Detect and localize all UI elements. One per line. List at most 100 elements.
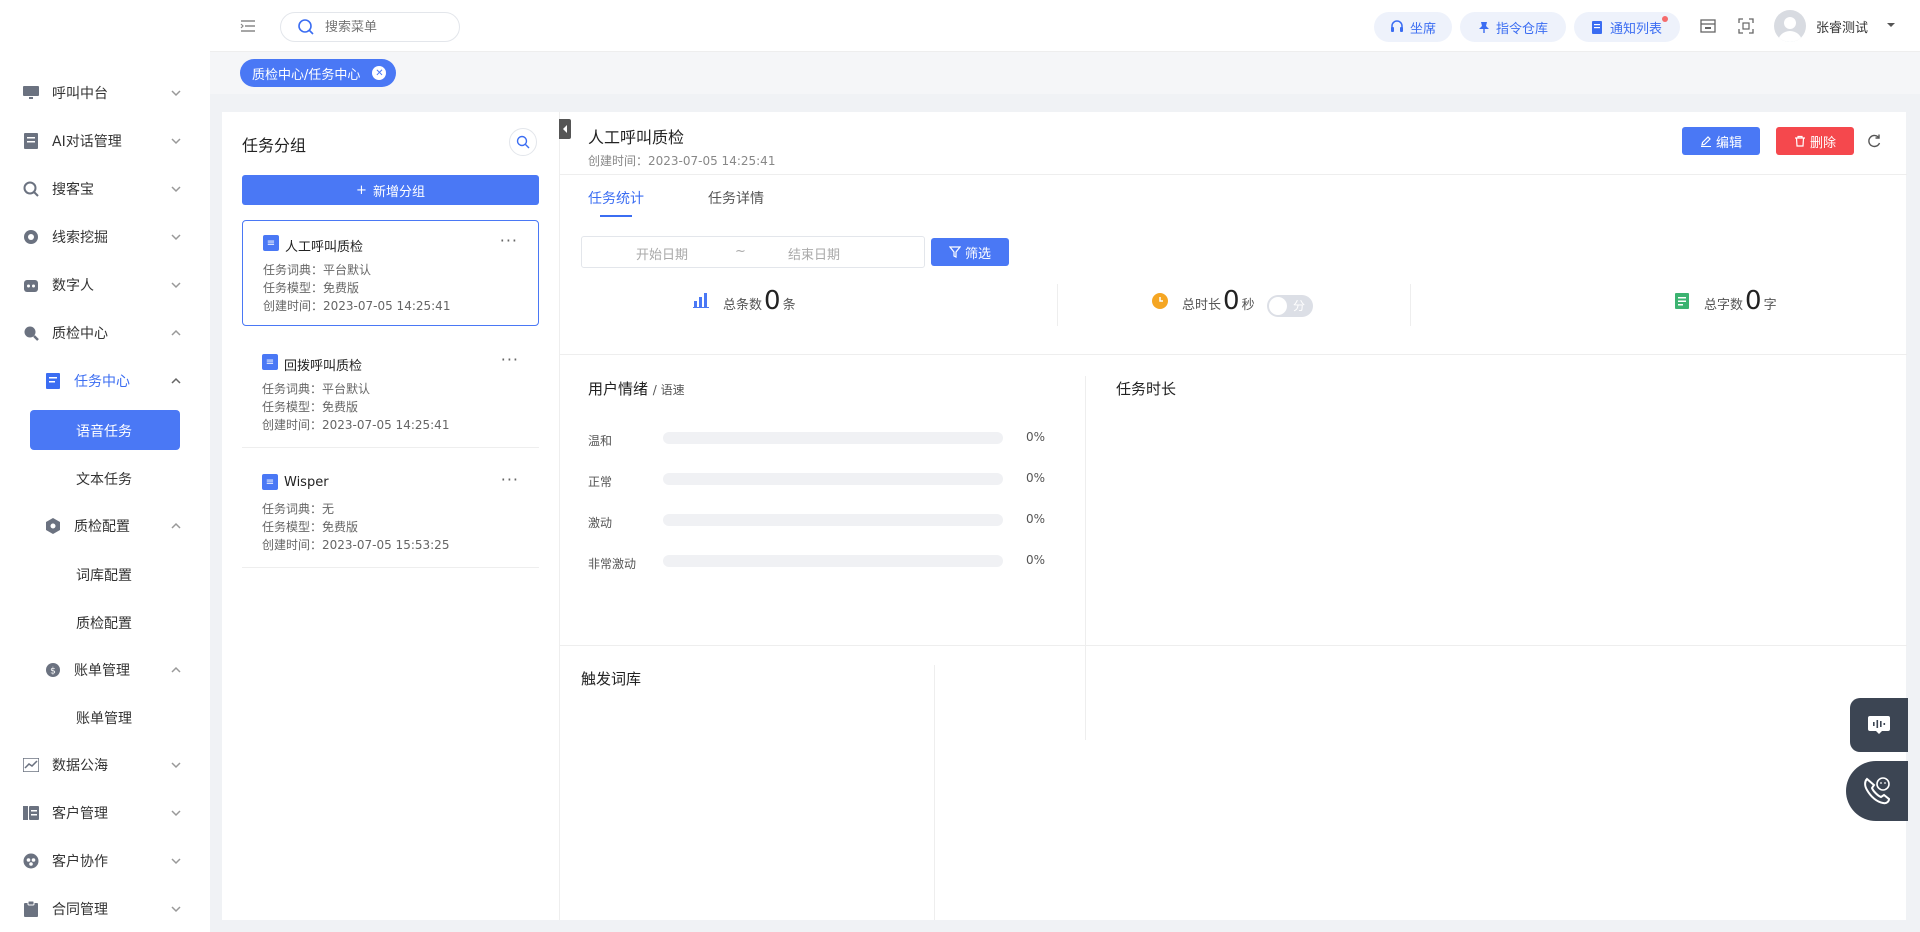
group-dict: 任务词典：无 xyxy=(262,502,335,516)
sidebar-item-label: 文本任务 xyxy=(76,472,132,488)
group-name: 人工呼叫质检 xyxy=(285,240,364,255)
avatar[interactable] xyxy=(1774,10,1806,42)
contact-card-icon xyxy=(22,804,40,822)
sidebar-item-lead-mining[interactable]: 线索挖掘 xyxy=(0,217,210,257)
search-input[interactable] xyxy=(325,19,445,35)
start-date-input[interactable]: 开始日期 xyxy=(636,244,688,263)
sidebar-item-call-center[interactable]: 呼叫中台 xyxy=(0,73,210,113)
panel-title: 任务分组 xyxy=(242,136,307,155)
username[interactable]: 张睿测试 xyxy=(1816,17,1868,36)
group-dict: 任务词典：平台默认 xyxy=(262,382,371,396)
pin-icon xyxy=(1478,22,1489,33)
more-icon[interactable]: ··· xyxy=(501,350,519,369)
emotion-value: 0% xyxy=(1026,471,1046,485)
emotion-subtitle[interactable]: / 语速 xyxy=(653,383,685,397)
sidebar-item-digital-human[interactable]: 数字人 xyxy=(0,265,210,305)
emotion-label: 正常 xyxy=(588,475,613,489)
emotion-progress-bar xyxy=(663,514,1003,526)
clock-icon xyxy=(1152,293,1168,309)
menu-toggle-icon[interactable] xyxy=(240,18,256,34)
add-group-button[interactable]: + 新增分组 xyxy=(242,175,539,205)
sidebar-item-lexicon-config[interactable]: 词库配置 xyxy=(0,555,210,595)
menu-search[interactable] xyxy=(280,12,460,42)
sidebar: 呼叫中台 AI对话管理 搜客宝 线索挖掘 数字人 质检中心 任务中心 语音任务 … xyxy=(0,0,210,932)
more-icon[interactable]: ··· xyxy=(501,470,519,489)
monitor-icon xyxy=(22,84,40,102)
group-model: 任务模型：免费版 xyxy=(262,400,359,414)
sidebar-item-ai-dialog[interactable]: AI对话管理 xyxy=(0,121,210,161)
page-subtitle: 创建时间：2023-07-05 14:25:41 xyxy=(588,154,776,168)
emotion-label: 非常激动 xyxy=(588,557,637,571)
sidebar-item-data-pool[interactable]: 数据公海 xyxy=(0,745,210,785)
chevron-down-icon xyxy=(171,282,181,289)
group-card[interactable]: ≡ 人工呼叫质检 ··· 任务词典：平台默认 任务模型：免费版 创建时间：202… xyxy=(242,220,539,326)
notification-dot xyxy=(1662,16,1668,22)
sidebar-item-label: 搜客宝 xyxy=(52,182,94,198)
top-header: 坐席 指令仓库 通知列表 张睿测试 xyxy=(210,0,1920,52)
sidebar-item-label: 线索挖掘 xyxy=(52,230,108,246)
command-store-label: 指令仓库 xyxy=(1495,21,1548,37)
date-range-picker[interactable]: 开始日期 ~ 结束日期 xyxy=(581,236,925,268)
sidebar-item-voice-task[interactable]: 语音任务 xyxy=(30,410,180,450)
sidebar-item-text-task[interactable]: 文本任务 xyxy=(0,459,210,499)
tab-task-stats[interactable]: 任务统计 xyxy=(588,188,644,208)
end-date-input[interactable]: 结束日期 xyxy=(788,244,840,263)
unit-toggle[interactable]: 分 xyxy=(1267,295,1313,317)
sidebar-item-contract-mgmt[interactable]: 合同管理 xyxy=(0,889,210,929)
group-created: 创建时间：2023-07-05 15:53:25 xyxy=(262,538,450,552)
group-dict: 任务词典：平台默认 xyxy=(263,263,372,277)
sidebar-item-qa-config-sub[interactable]: 质检配置 xyxy=(0,603,210,643)
chevron-down-icon xyxy=(171,858,181,865)
sidebar-item-billing-sub[interactable]: 账单管理 xyxy=(0,698,210,738)
refresh-icon[interactable] xyxy=(1866,133,1882,149)
sidebar-item-soukebao[interactable]: 搜客宝 xyxy=(0,169,210,209)
seat-button[interactable]: 坐席 xyxy=(1374,12,1452,42)
notice-list-button[interactable]: 通知列表 xyxy=(1574,12,1680,42)
stat-value: 0 xyxy=(1745,286,1762,316)
total-chars-stat: 总字数 0 字 xyxy=(1704,288,1777,324)
emotion-title: 用户情绪 xyxy=(588,380,649,398)
sidebar-item-qa-config[interactable]: 质检配置 xyxy=(0,506,210,546)
group-search-button[interactable] xyxy=(509,128,537,156)
command-store-button[interactable]: 指令仓库 xyxy=(1460,12,1566,42)
phone-assistant-button[interactable] xyxy=(1846,761,1908,821)
close-icon[interactable]: ✕ xyxy=(372,66,387,80)
sidebar-item-customer-mgmt[interactable]: 客户管理 xyxy=(0,793,210,833)
caret-down-icon[interactable] xyxy=(1886,20,1896,30)
group-created: 创建时间：2023-07-05 14:25:41 xyxy=(262,418,450,432)
window-icon[interactable] xyxy=(1700,18,1716,34)
fullscreen-icon[interactable] xyxy=(1738,18,1754,34)
sidebar-item-label: 质检配置 xyxy=(76,616,132,632)
chevron-down-icon xyxy=(171,90,181,97)
sidebar-item-customer-collab[interactable]: 客户协作 xyxy=(0,841,210,881)
voice-assistant-button[interactable] xyxy=(1850,698,1908,752)
sidebar-item-billing[interactable]: $ 账单管理 xyxy=(0,650,210,690)
sidebar-item-task-center[interactable]: 任务中心 xyxy=(0,361,210,401)
more-icon[interactable]: ··· xyxy=(500,231,518,250)
tab-indicator xyxy=(600,215,632,217)
sidebar-item-label: 客户协作 xyxy=(52,854,108,870)
emotion-progress-bar xyxy=(663,555,1003,567)
active-tag[interactable]: 质检中心/任务中心 ✕ xyxy=(240,59,397,87)
total-duration-stat: 总时长 0 秒 xyxy=(1182,288,1255,324)
tab-task-details[interactable]: 任务详情 xyxy=(708,188,764,208)
edit-button[interactable]: 编辑 xyxy=(1682,127,1760,155)
headset-icon xyxy=(1390,20,1403,32)
collapse-panel-button[interactable] xyxy=(559,119,571,139)
filter-icon xyxy=(948,246,961,258)
stat-label: 总时长 xyxy=(1182,298,1222,313)
delete-label: 删除 xyxy=(1809,135,1836,151)
group-card[interactable]: ≡ 回拨呼叫质检 ··· 任务词典：平台默认 任务模型：免费版 创建时间：202… xyxy=(242,340,539,448)
group-name: Wisper xyxy=(284,475,329,490)
sidebar-item-qa-center[interactable]: 质检中心 xyxy=(0,313,210,353)
user-icon xyxy=(1778,17,1802,42)
toggle-label: 分 xyxy=(1292,299,1305,313)
filter-button[interactable]: 筛选 xyxy=(931,238,1009,266)
chevron-down-icon xyxy=(171,234,181,241)
chevron-down-icon xyxy=(171,186,181,193)
group-card[interactable]: ≡ Wisper ··· 任务词典：无 任务模型：免费版 创建时间：2023-0… xyxy=(242,460,539,568)
delete-button[interactable]: 删除 xyxy=(1776,127,1854,155)
caret-left-icon xyxy=(563,125,567,133)
stat-label: 总条数 xyxy=(723,298,763,313)
total-count-stat: 总条数 0 条 xyxy=(723,288,796,324)
